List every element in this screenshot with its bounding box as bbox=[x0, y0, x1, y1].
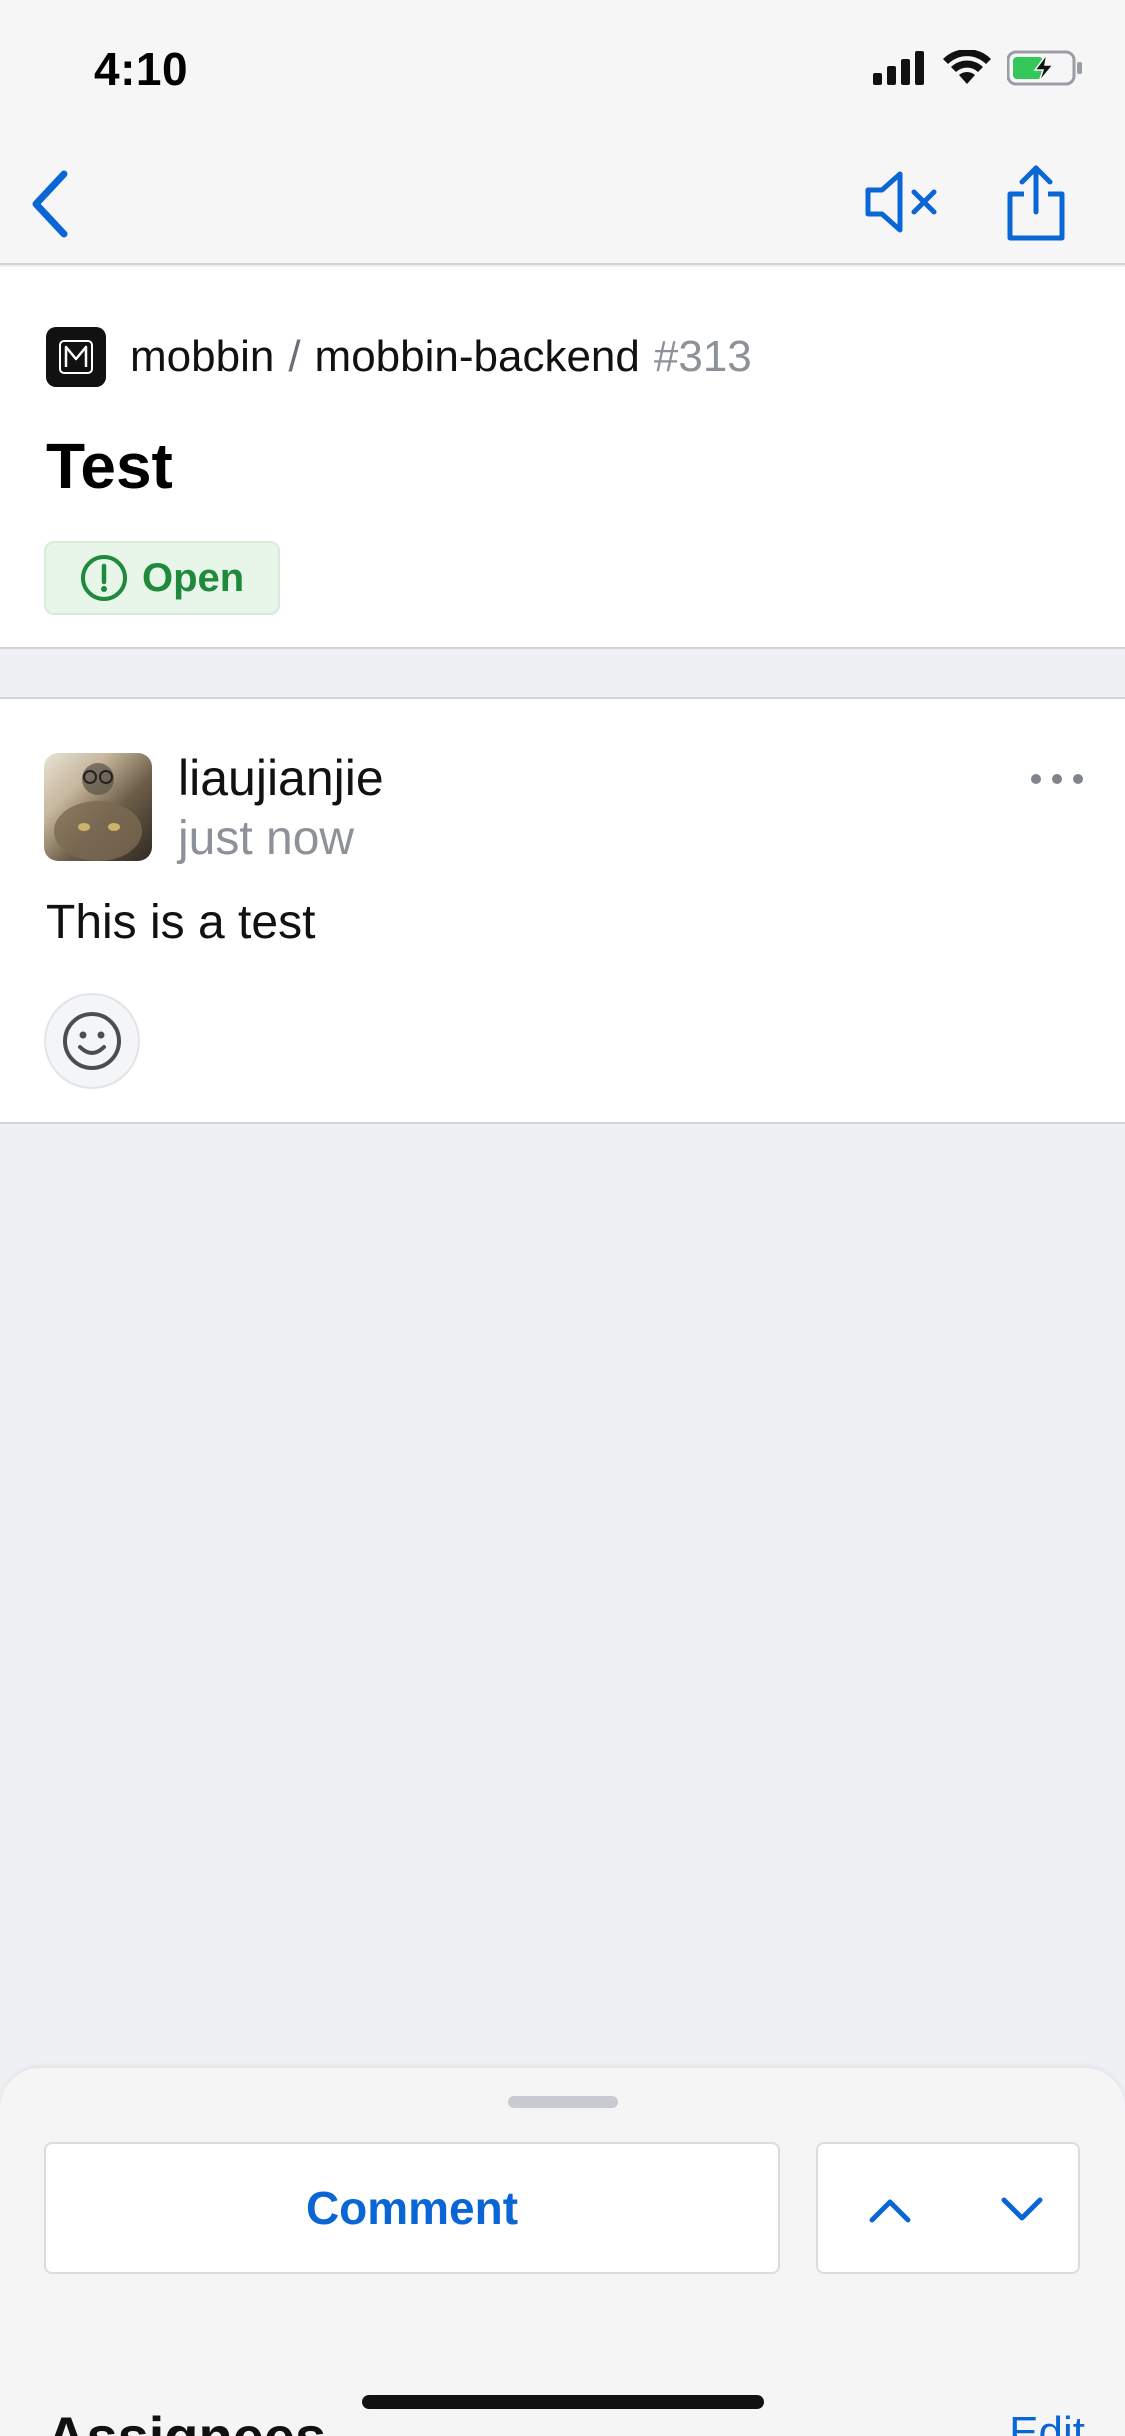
share-icon bbox=[1007, 165, 1065, 241]
repo-separator: / bbox=[288, 332, 301, 381]
repo-name: mobbin-backend bbox=[314, 332, 640, 381]
share-button[interactable] bbox=[1002, 160, 1070, 244]
add-reaction-button[interactable] bbox=[44, 993, 140, 1089]
sheet-grabber[interactable] bbox=[508, 2096, 618, 2108]
wifi-icon bbox=[943, 50, 991, 84]
ellipsis-icon bbox=[1052, 774, 1062, 784]
chevron-left-icon bbox=[32, 170, 68, 238]
comment-author[interactable]: liaujianjie bbox=[178, 749, 384, 807]
chevron-up-icon bbox=[869, 2199, 911, 2223]
issue-header: mobbin / mobbin-backend #313 Test Open bbox=[0, 267, 1125, 649]
ellipsis-icon bbox=[1073, 774, 1083, 784]
issue-number: #313 bbox=[653, 332, 752, 381]
navigation-bar bbox=[0, 140, 1125, 265]
status-badge-label: Open bbox=[142, 555, 245, 600]
bottom-sheet: Comment Assignees Edit bbox=[0, 2068, 1125, 2436]
comment-body: This is a test bbox=[46, 896, 316, 949]
issue-open-icon bbox=[81, 555, 127, 601]
avatar[interactable] bbox=[44, 753, 152, 861]
smiley-icon bbox=[63, 1012, 121, 1070]
repo-logo-icon bbox=[46, 327, 106, 387]
edit-assignees-link[interactable]: Edit bbox=[1009, 2408, 1085, 2436]
comment-timestamp: just now bbox=[178, 812, 355, 865]
mute-button[interactable] bbox=[862, 166, 942, 238]
chevron-down-icon bbox=[1001, 2197, 1043, 2221]
repo-breadcrumb[interactable]: mobbin / mobbin-backend #313 bbox=[46, 327, 752, 387]
previous-button[interactable] bbox=[858, 2178, 922, 2242]
status-icons bbox=[873, 50, 1083, 86]
back-button[interactable] bbox=[22, 164, 92, 244]
ellipsis-icon bbox=[1031, 774, 1041, 784]
comment-button[interactable]: Comment bbox=[44, 2142, 780, 2274]
home-indicator[interactable] bbox=[362, 2395, 764, 2409]
status-time: 4:10 bbox=[94, 43, 189, 95]
comment-card: liaujianjie just now This is a test bbox=[0, 697, 1125, 1124]
status-bar: 4:10 bbox=[0, 0, 1125, 140]
section-title: Assignees bbox=[46, 2404, 326, 2436]
more-options-button[interactable] bbox=[1031, 769, 1083, 789]
battery-charging-icon bbox=[1007, 50, 1082, 86]
cellular-signal-icon bbox=[873, 51, 924, 85]
next-button[interactable] bbox=[990, 2178, 1054, 2242]
issue-title: Test bbox=[46, 430, 173, 502]
comment-navigator bbox=[816, 2142, 1080, 2274]
repo-owner: mobbin bbox=[130, 332, 275, 381]
speaker-mute-icon bbox=[865, 171, 937, 233]
status-badge: Open bbox=[44, 541, 280, 615]
